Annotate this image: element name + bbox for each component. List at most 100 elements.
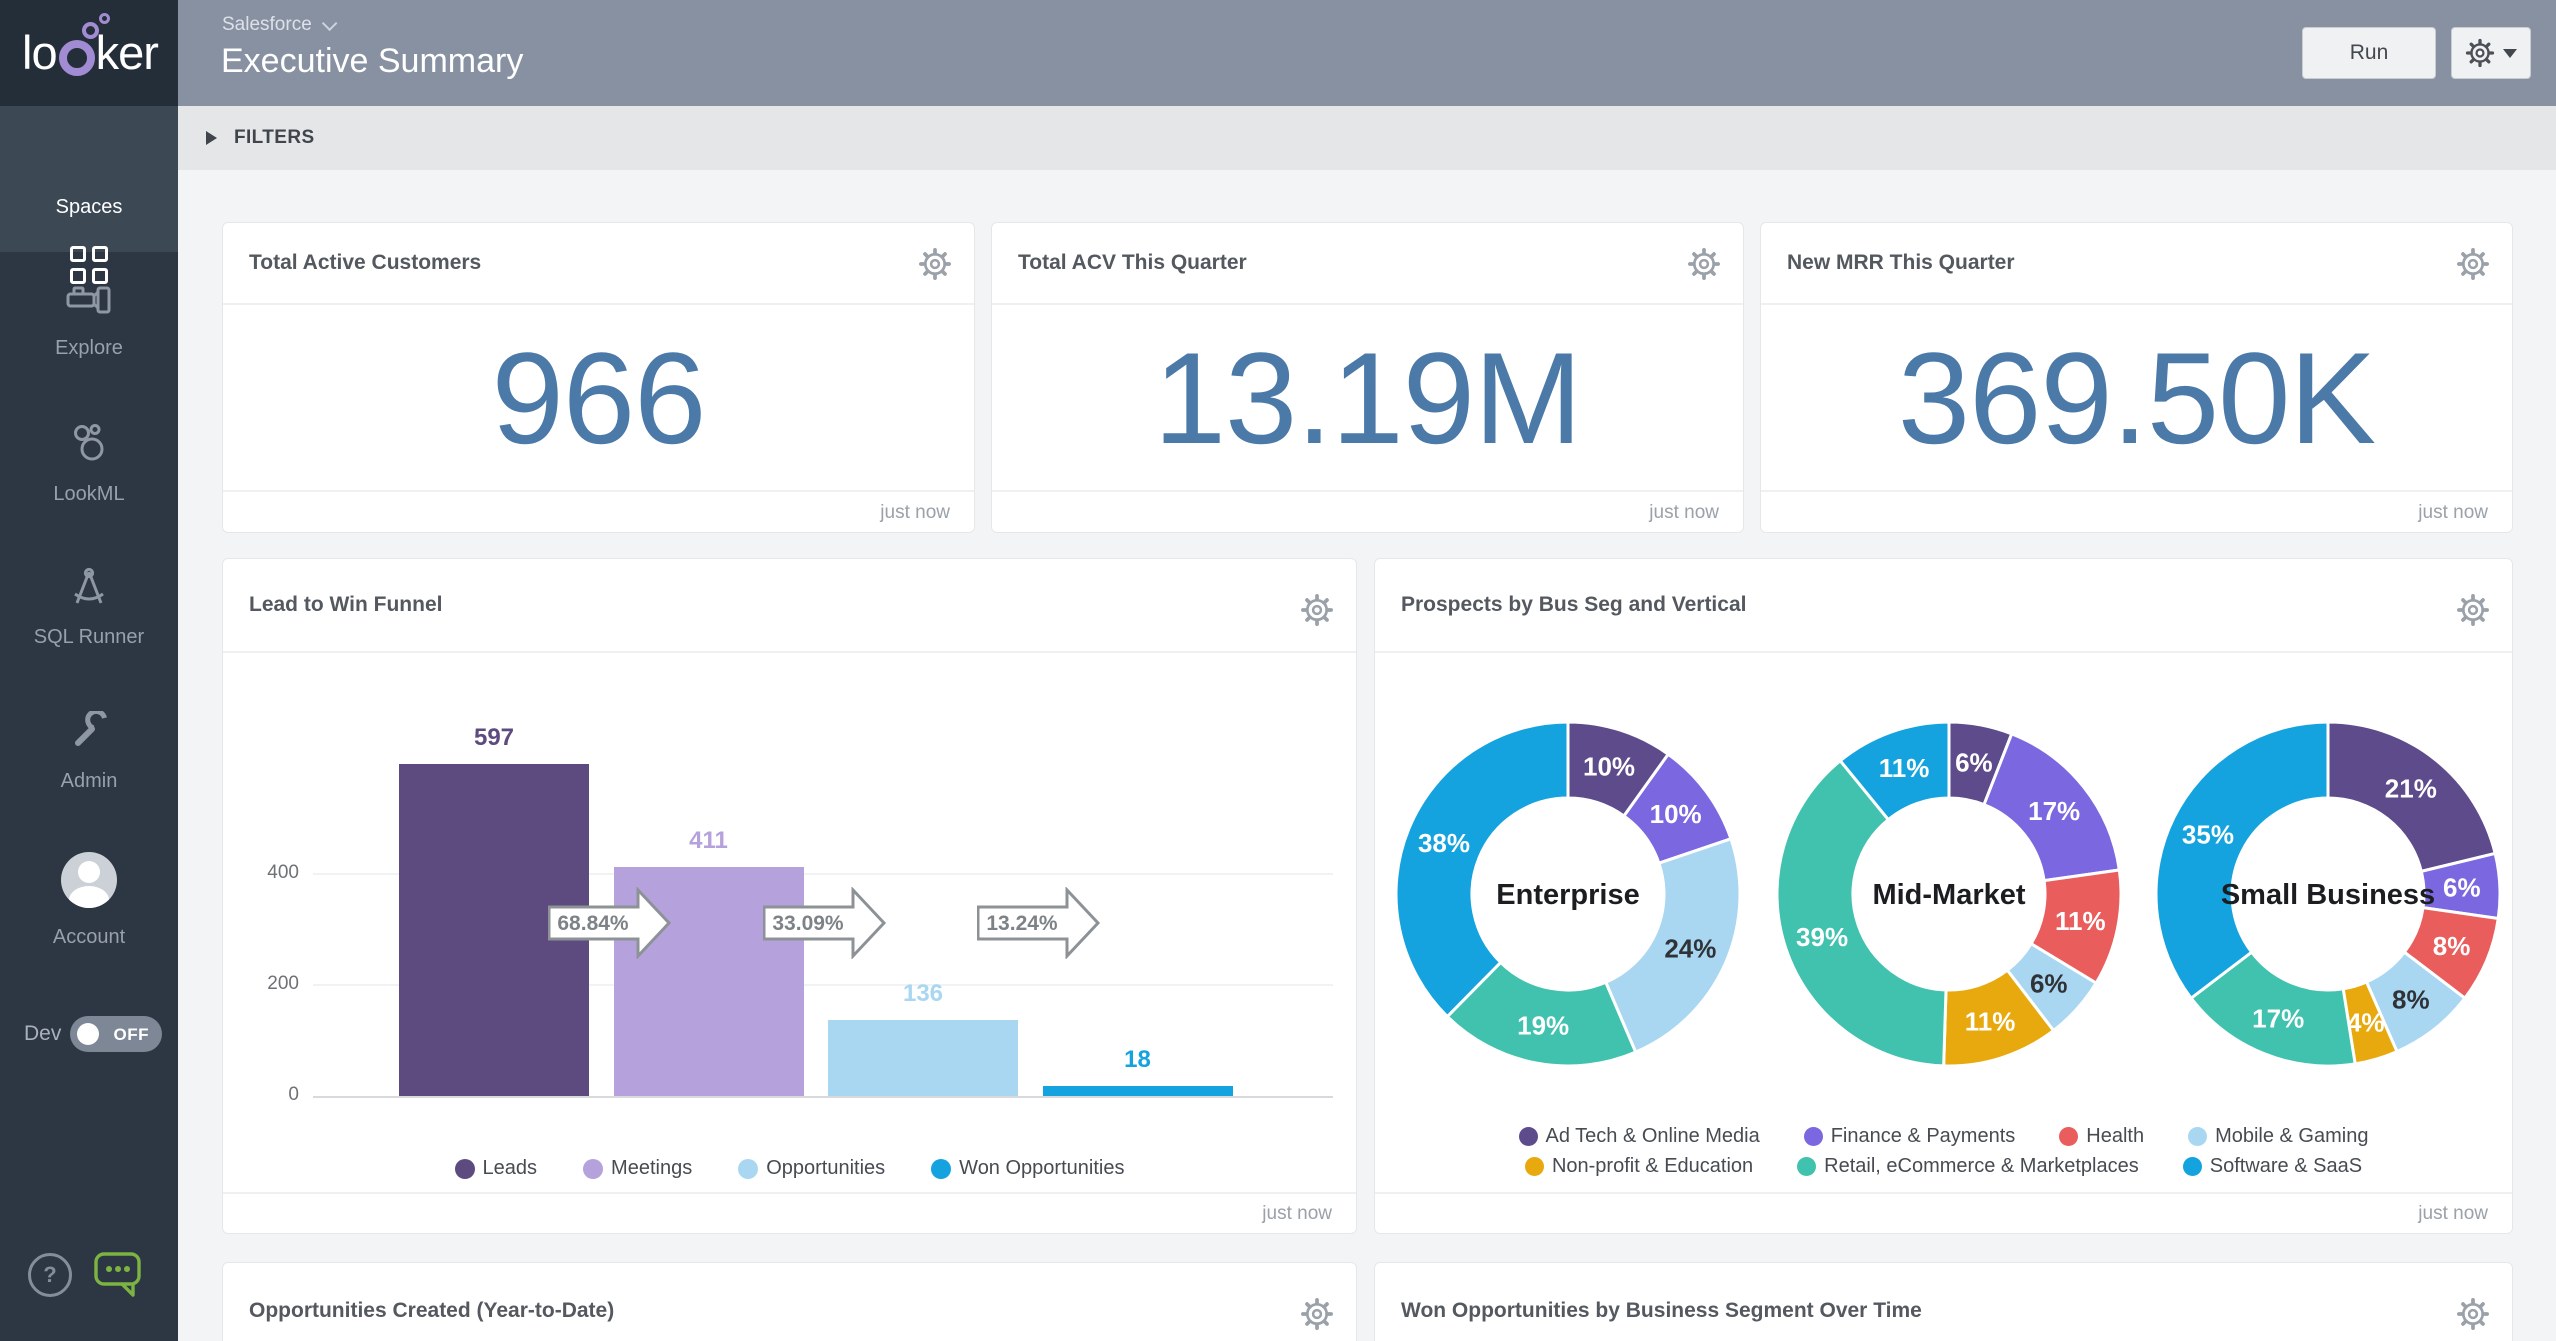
legend-item[interactable]: Retail, eCommerce & Marketplaces <box>1797 1155 2139 1178</box>
kpi-tile-total-active-customers: Total Active Customers 966 just now <box>222 222 975 533</box>
legend-swatch <box>1525 1157 1544 1176</box>
chevron-down-icon <box>322 15 338 31</box>
tile-title: Prospects by Bus Seg and Vertical <box>1401 593 1746 617</box>
sidebar-item-label: SQL Runner <box>0 626 178 649</box>
gear-icon <box>2465 38 2495 68</box>
slice-percent-label: 4% <box>2347 1008 2385 1038</box>
conversion-arrow: 68.84% <box>548 887 672 959</box>
legend-swatch <box>2059 1127 2078 1146</box>
looker-dashboard: loker Spaces Explore <box>0 0 2556 1341</box>
slice-percent-label: 21% <box>2385 774 2437 804</box>
funnel-legend: Leads Meetings Opportunities Won Opportunit… <box>223 1157 1356 1180</box>
slice-percent-label: 19% <box>1517 1011 1569 1041</box>
legend-item[interactable]: Ad Tech & Online Media <box>1519 1125 1760 1148</box>
slice-percent-label: 17% <box>2252 1003 2304 1033</box>
toggle-state: OFF <box>114 1025 150 1045</box>
slice-percent-label: 6% <box>2030 968 2068 998</box>
legend-item[interactable]: Mobile & Gaming <box>2188 1125 2368 1148</box>
breadcrumb[interactable]: Salesforce <box>222 14 333 36</box>
updated-timestamp: just now <box>2418 502 2488 524</box>
run-button[interactable]: Run <box>2302 27 2436 79</box>
logo-text-left: lo <box>22 25 57 80</box>
slice-percent-label: 39% <box>1796 922 1848 952</box>
looker-logo[interactable]: loker <box>22 22 158 82</box>
legend-item[interactable]: Meetings <box>583 1157 692 1180</box>
tile-title: Opportunities Created (Year-to-Date) <box>249 1299 614 1323</box>
tile-title: Total Active Customers <box>249 251 481 275</box>
donut-small-business: 21%6%8%8%4%17%35%Small Business <box>2148 714 2508 1074</box>
legend-item[interactable]: Non-profit & Education <box>1525 1155 1753 1178</box>
avatar <box>61 852 117 908</box>
caret-down-icon <box>2503 49 2517 58</box>
slice-percent-label: 38% <box>1418 828 1470 858</box>
legend-item[interactable]: Opportunities <box>738 1157 885 1180</box>
donut-slice[interactable] <box>1777 761 1946 1066</box>
donut-slice[interactable] <box>2156 722 2328 998</box>
gear-icon[interactable] <box>1300 593 1334 627</box>
logo-bubble-icon <box>82 22 99 39</box>
gear-icon[interactable] <box>1300 1297 1334 1331</box>
dashboard-settings-button[interactable] <box>2451 27 2531 79</box>
donut-mid-market: 6%17%11%6%11%39%11%Mid-Market <box>1769 714 2129 1074</box>
legend-swatch <box>738 1159 758 1179</box>
conversion-arrow: 13.24% <box>977 887 1101 959</box>
legend-swatch <box>455 1159 475 1179</box>
tile-title: Won Opportunities by Business Segment Ov… <box>1401 1299 1922 1323</box>
dev-mode-toggle[interactable]: OFF <box>70 1016 162 1052</box>
gear-icon[interactable] <box>918 247 952 281</box>
conversion-arrow: 33.09% <box>763 887 887 959</box>
tile-title: New MRR This Quarter <box>1787 251 2015 275</box>
donut-slice[interactable] <box>1396 722 1568 1017</box>
slice-percent-label: 6% <box>2443 873 2481 903</box>
slice-percent-label: 11% <box>2055 906 2106 936</box>
legend-swatch <box>1519 1127 1538 1146</box>
gear-icon[interactable] <box>2456 593 2490 627</box>
sidebar: loker Spaces Explore <box>0 0 178 1341</box>
legend-swatch <box>583 1159 603 1179</box>
chat-icon[interactable] <box>94 1250 142 1298</box>
slice-percent-label: 8% <box>2433 931 2471 961</box>
compass-icon <box>66 566 112 608</box>
y-axis-tick: 200 <box>247 973 299 995</box>
slice-percent-label: 35% <box>2182 819 2234 849</box>
legend-item[interactable]: Software & SaaS <box>2183 1155 2362 1178</box>
funnel-chart-tile: Lead to Win Funnel 02004005974111361868.… <box>222 558 1357 1234</box>
sidebar-item-label: Admin <box>0 770 178 793</box>
won-opportunities-tile: Won Opportunities by Business Segment Ov… <box>1374 1262 2513 1341</box>
help-icon[interactable]: ? <box>28 1253 72 1297</box>
legend-item[interactable]: Leads <box>455 1157 538 1180</box>
legend-item[interactable]: Health <box>2059 1125 2144 1148</box>
donut-enterprise: 10%10%24%19%38%Enterprise <box>1388 714 1748 1074</box>
sidebar-item-label: Explore <box>0 337 178 360</box>
expand-triangle-icon <box>206 131 217 145</box>
slice-percent-label: 24% <box>1664 934 1716 964</box>
slice-percent-label: 6% <box>1955 747 1993 777</box>
svg-text:33.09%: 33.09% <box>772 912 844 935</box>
kpi-tile-total-acv: Total ACV This Quarter 13.19M just now <box>991 222 1744 533</box>
legend-item[interactable]: Finance & Payments <box>1804 1125 2016 1148</box>
sidebar-item-label: Spaces <box>0 196 178 219</box>
sidebar-item-spaces[interactable]: Spaces <box>0 106 178 252</box>
bar-value-label: 18 <box>1043 1046 1233 1074</box>
gear-icon[interactable] <box>1687 247 1721 281</box>
updated-timestamp: just now <box>2418 1203 2488 1225</box>
flashlight-icon <box>66 284 112 316</box>
funnel-bar-opportunities[interactable] <box>828 1020 1018 1096</box>
legend-item[interactable]: Won Opportunities <box>931 1157 1124 1180</box>
slice-percent-label: 17% <box>2028 796 2080 826</box>
filters-bar[interactable]: FILTERS <box>178 106 2556 170</box>
donut-center-label: Small Business <box>2221 879 2435 911</box>
slice-percent-label: 10% <box>1650 799 1702 829</box>
y-axis-tick: 400 <box>247 862 299 884</box>
sidebar-item-label: Account <box>0 926 178 949</box>
logo-area: loker <box>0 0 178 106</box>
updated-timestamp: just now <box>880 502 950 524</box>
logo-bubble-icon <box>99 13 110 24</box>
opportunities-created-tile: Opportunities Created (Year-to-Date) <box>222 1262 1357 1341</box>
gear-icon[interactable] <box>2456 1297 2490 1331</box>
legend-swatch <box>1797 1157 1816 1176</box>
logo-o-ring <box>59 40 95 76</box>
funnel-bar-won-opportunities[interactable] <box>1043 1086 1233 1096</box>
svg-text:68.84%: 68.84% <box>557 912 629 935</box>
gear-icon[interactable] <box>2456 247 2490 281</box>
